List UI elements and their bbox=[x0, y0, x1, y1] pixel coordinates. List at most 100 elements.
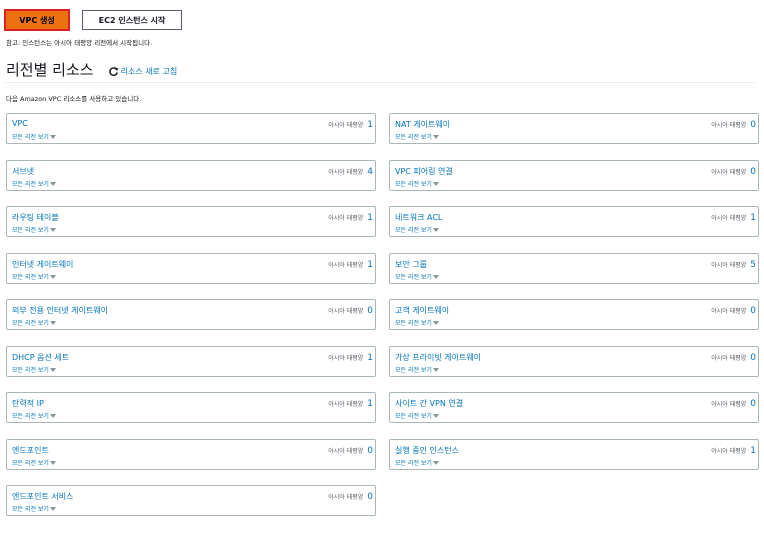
resource-count-link[interactable]: 1 bbox=[367, 120, 373, 130]
resource-title-link[interactable]: VPC bbox=[12, 119, 28, 128]
top-toolbar: VPC 생성 EC2 인스턴스 시작 bbox=[4, 9, 182, 31]
view-all-regions-dropdown[interactable]: 모든 리전 보기 bbox=[395, 411, 439, 420]
resource-title-link[interactable]: 실행 중인 인스턴스 bbox=[395, 445, 459, 456]
resource-title-link[interactable]: 네트워크 ACL bbox=[395, 212, 442, 223]
resource-count-link[interactable]: 5 bbox=[750, 260, 756, 270]
region-label: 아시아 태평양 bbox=[711, 308, 747, 315]
resource-title-link[interactable]: NAT 게이트웨이 bbox=[395, 119, 450, 130]
view-all-regions-dropdown[interactable]: 모든 리전 보기 bbox=[395, 365, 439, 374]
resource-title-link[interactable]: DHCP 옵션 세트 bbox=[12, 352, 69, 363]
caret-down-icon bbox=[49, 135, 56, 139]
region-summary: 아시아 태평양 1 bbox=[328, 120, 373, 130]
view-all-regions-label: 모든 리전 보기 bbox=[395, 273, 432, 281]
region-label: 아시아 태평양 bbox=[328, 401, 364, 408]
region-label: 아시아 태평양 bbox=[328, 168, 364, 176]
view-all-regions-dropdown[interactable]: 모든 리전 보기 bbox=[12, 179, 56, 188]
resource-title-link[interactable]: 가상 프라이빗 게이트웨이 bbox=[395, 352, 481, 363]
view-all-regions-dropdown[interactable]: 모든 리전 보기 bbox=[395, 318, 439, 327]
resource-count-link[interactable]: 0 bbox=[750, 167, 756, 177]
region-summary: 아시아 태평양 1 bbox=[328, 213, 373, 223]
resource-count-link[interactable]: 1 bbox=[367, 353, 373, 363]
view-all-regions-dropdown[interactable]: 모든 리전 보기 bbox=[12, 272, 56, 281]
view-all-regions-label: 모든 리전 보기 bbox=[395, 180, 432, 188]
resource-title-link[interactable]: 엔드포인트 bbox=[12, 445, 49, 456]
caret-down-icon bbox=[49, 228, 56, 232]
region-summary: 아시아 태평양 0 bbox=[328, 446, 373, 456]
view-all-regions-label: 모든 리전 보기 bbox=[12, 273, 49, 281]
region-summary: 아시아 태평양 5 bbox=[711, 260, 756, 270]
region-label: 아시아 태평양 bbox=[711, 354, 747, 362]
view-all-regions-dropdown[interactable]: 모든 리전 보기 bbox=[395, 272, 439, 281]
launch-ec2-instance-button[interactable]: EC2 인스턴스 시작 bbox=[82, 10, 182, 30]
region-label: 아시아 태평양 bbox=[711, 261, 747, 269]
caret-down-icon bbox=[432, 228, 439, 232]
region-summary: 아시아 태평양 1 bbox=[711, 213, 756, 223]
view-all-regions-label: 모든 리전 보기 bbox=[395, 227, 432, 234]
region-note: 참고: 인스턴스는 아시아 태평양 리전에서 시작됩니다. bbox=[6, 39, 153, 47]
resource-card: 고객 게이트웨이모든 리전 보기 아시아 태평양 0 bbox=[389, 299, 759, 330]
resource-count-link[interactable]: 1 bbox=[750, 213, 756, 223]
view-all-regions-dropdown[interactable]: 모든 리전 보기 bbox=[12, 504, 56, 513]
caret-down-icon bbox=[49, 181, 56, 186]
region-summary: 아시아 태평양 4 bbox=[328, 167, 373, 177]
resource-title-link[interactable]: 라우팅 테이블 bbox=[12, 212, 59, 223]
region-label: 아시아 태평양 bbox=[328, 494, 364, 501]
caret-down-icon bbox=[49, 321, 56, 325]
resource-card: VPC 피어링 연결모든 리전 보기 아시아 태평양 0 bbox=[389, 159, 759, 191]
create-vpc-button[interactable]: VPC 생성 bbox=[4, 9, 70, 31]
view-all-regions-dropdown[interactable]: 모든 리전 보기 bbox=[395, 179, 439, 188]
refresh-resources-link[interactable]: 리소스 새로 고침 bbox=[108, 66, 178, 77]
view-all-regions-dropdown[interactable]: 모든 리전 보기 bbox=[12, 318, 56, 327]
resource-count-link[interactable]: 0 bbox=[367, 492, 373, 502]
caret-down-icon bbox=[49, 274, 56, 279]
resource-title-link[interactable]: 엔드포인트 서비스 bbox=[12, 491, 73, 502]
view-all-regions-dropdown[interactable]: 모든 리전 보기 bbox=[12, 365, 56, 374]
section-header: 리전별 리소스 리소스 새로 고침 bbox=[6, 59, 177, 80]
caret-down-icon bbox=[49, 414, 56, 418]
resource-count-link[interactable]: 0 bbox=[750, 306, 756, 316]
resource-card: 탄력적 IP 모든 리전 보기 아시아 태평양 1 bbox=[6, 392, 376, 423]
region-summary: 아시아 태평양 0 bbox=[711, 399, 756, 409]
view-all-regions-dropdown[interactable]: 모든 리전 보기 bbox=[395, 132, 439, 141]
resource-title-link[interactable]: 사이트 간 VPN 연결 bbox=[395, 398, 463, 409]
resource-count-link[interactable]: 4 bbox=[367, 167, 373, 177]
resource-title-link[interactable]: 인터넷 게이트웨이 bbox=[12, 259, 73, 270]
resource-card: 서브넷모든 리전 보기 아시아 태평양 4 bbox=[6, 159, 376, 191]
caret-down-icon bbox=[49, 460, 56, 465]
view-all-regions-label: 모든 리전 보기 bbox=[395, 320, 432, 327]
resource-card: 인터넷 게이트웨이모든 리전 보기 아시아 태평양 1 bbox=[6, 252, 376, 284]
view-all-regions-label: 모든 리전 보기 bbox=[12, 459, 49, 467]
resource-card: 엔드포인트모든 리전 보기 아시아 태평양 0 bbox=[6, 438, 376, 470]
resource-count-link[interactable]: 0 bbox=[367, 446, 373, 456]
region-label: 아시아 태평양 bbox=[711, 168, 747, 176]
resource-count-link[interactable]: 0 bbox=[750, 399, 756, 409]
region-summary: 아시아 태평양 1 bbox=[711, 446, 756, 456]
region-label: 아시아 태평양 bbox=[711, 447, 747, 455]
view-all-regions-dropdown[interactable]: 모든 리전 보기 bbox=[12, 411, 56, 420]
view-all-regions-dropdown[interactable]: 모든 리전 보기 bbox=[395, 225, 439, 234]
resource-title-link[interactable]: 탄력적 IP bbox=[12, 398, 44, 409]
view-all-regions-label: 모든 리전 보기 bbox=[12, 180, 49, 188]
resource-card: 엔드포인트 서비스모든 리전 보기 아시아 태평양 0 bbox=[6, 485, 376, 516]
resource-title-link[interactable]: 외부 전용 인터넷 게이트웨이 bbox=[12, 305, 108, 316]
resource-title-link[interactable]: 서브넷 bbox=[12, 166, 34, 177]
resource-title-link[interactable]: VPC 피어링 연결 bbox=[395, 166, 453, 177]
resource-card: 네트워크 ACL 모든 리전 보기 아시아 태평양 1 bbox=[389, 206, 759, 237]
resource-title-link[interactable]: 고객 게이트웨이 bbox=[395, 305, 449, 316]
resource-count-link[interactable]: 1 bbox=[367, 213, 373, 223]
resource-count-link[interactable]: 1 bbox=[367, 399, 373, 409]
view-all-regions-dropdown[interactable]: 모든 리전 보기 bbox=[12, 458, 56, 467]
caret-down-icon bbox=[432, 460, 439, 465]
resource-count-link[interactable]: 1 bbox=[367, 260, 373, 270]
resource-count-link[interactable]: 0 bbox=[750, 120, 756, 130]
view-all-regions-dropdown[interactable]: 모든 리전 보기 bbox=[395, 458, 439, 467]
refresh-icon bbox=[108, 66, 118, 76]
view-all-regions-dropdown[interactable]: 모든 리전 보기 bbox=[12, 132, 56, 141]
view-all-regions-dropdown[interactable]: 모든 리전 보기 bbox=[12, 225, 56, 234]
refresh-label: 리소스 새로 고침 bbox=[120, 66, 178, 76]
resource-count-link[interactable]: 1 bbox=[750, 446, 756, 456]
resource-count-link[interactable]: 0 bbox=[367, 306, 373, 316]
resource-count-link[interactable]: 0 bbox=[750, 353, 756, 363]
resource-title-link[interactable]: 보안 그룹 bbox=[395, 259, 427, 270]
region-summary: 아시아 태평양 1 bbox=[328, 260, 373, 270]
